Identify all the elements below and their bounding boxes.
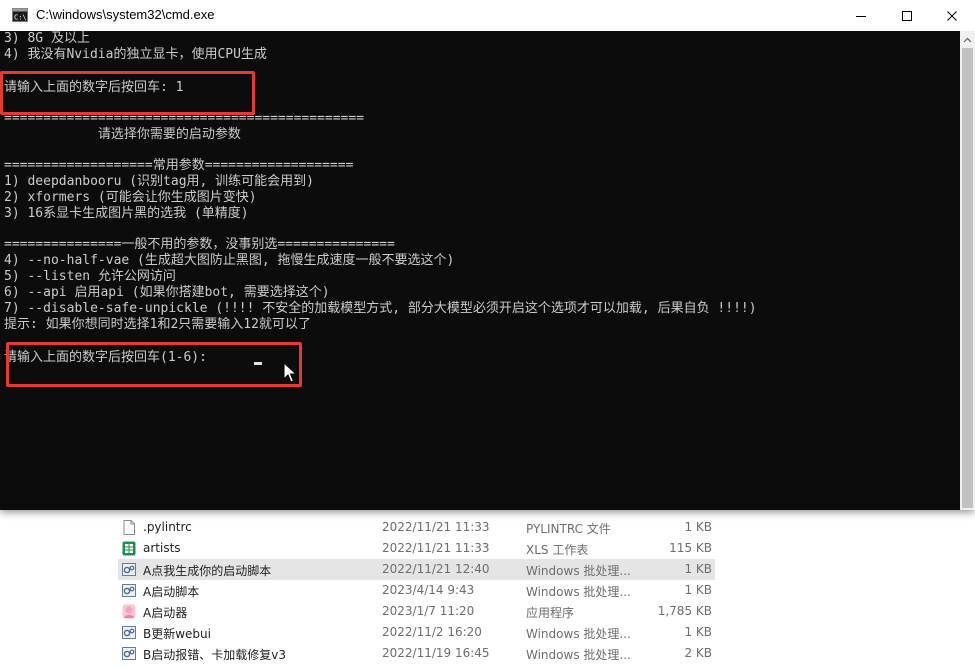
file-row[interactable]: B启动报错、卡加载修复v3 2022/11/19 16:45 Windows 批… [118, 643, 715, 664]
console-line: 3) 16系显卡生成图片黑的选我 (单精度) [4, 206, 249, 221]
cmd-icon: C:\ [12, 8, 28, 22]
console-line: 7) --disable-safe-unpickle (!!!! 不安全的加载模… [4, 301, 757, 316]
console-line: 提示: 如果你想同时选择1和2只需要输入12就可以了 [4, 317, 311, 332]
file-type: 应用程序 [526, 606, 575, 620]
file-row[interactable]: artists 2022/11/21 11:33 XLS 工作表 115 KB [118, 538, 715, 559]
console-line: ===============一般不用的参数，没事别选=============… [4, 237, 395, 252]
close-button[interactable] [929, 0, 975, 31]
file-date: 2022/11/2 16:20 [382, 625, 482, 639]
minimize-icon [856, 15, 866, 17]
file-name: A点我生成你的启动脚本 [143, 564, 272, 578]
batch-file-icon [122, 647, 136, 660]
highlight-box [0, 71, 255, 115]
console-line: 4) --no-half-vae (生成超大图防止黑图, 拖慢生成速度一般不要选… [4, 253, 455, 268]
highlight-box [6, 342, 302, 387]
svg-text:C:\: C:\ [14, 14, 27, 22]
file-size: 1,785 KB [657, 604, 712, 618]
console-line: 2) xformers (可能会让你生成图片变快) [4, 190, 257, 205]
maximize-button[interactable] [884, 0, 930, 31]
console-line: 4) 我没有Nvidia的独立显卡，使用CPU生成 [4, 47, 267, 62]
document-icon [123, 520, 135, 535]
file-type: Windows 批处理... [526, 627, 631, 641]
file-name: A启动器 [143, 606, 188, 620]
chevron-up-icon [963, 37, 972, 42]
file-row[interactable]: A启动器 2023/1/7 11:20 应用程序 1,785 KB [118, 601, 715, 622]
title-bar[interactable]: C:\ C:\windows\system32\cmd.exe [0, 0, 975, 32]
console-line: 6) --api 启用api (如果你搭建bot, 需要选择这个) [4, 285, 330, 300]
file-size: 1 KB [684, 625, 712, 639]
file-date: 2022/11/21 11:33 [382, 520, 490, 534]
file-date: 2022/11/21 12:40 [382, 562, 490, 576]
file-size: 1 KB [684, 562, 712, 576]
cmd-window[interactable]: C:\ C:\windows\system32\cmd.exe 3) 8G 及以… [0, 0, 975, 510]
file-name: B更新webui [143, 627, 211, 641]
file-date: 2023/4/14 9:43 [382, 583, 475, 597]
file-name: A启动脚本 [143, 585, 200, 599]
vertical-scrollbar[interactable] [960, 31, 975, 510]
spreadsheet-icon [122, 541, 136, 556]
file-size: 1 KB [684, 583, 712, 597]
console-line: ===================常用参数=================… [4, 158, 354, 173]
file-type: XLS 工作表 [526, 543, 589, 557]
file-date: 2023/1/7 11:20 [382, 604, 475, 618]
file-type: Windows 批处理... [526, 564, 631, 578]
scroll-thumb[interactable] [962, 48, 973, 508]
file-size: 115 KB [669, 541, 712, 555]
app-icon [122, 604, 136, 619]
file-row[interactable]: B更新webui 2022/11/2 16:20 Windows 批处理... … [118, 622, 715, 643]
file-name: B启动报错、卡加载修复v3 [143, 648, 286, 662]
file-size: 2 KB [684, 646, 712, 660]
console-line: 请选择你需要的启动参数 [4, 127, 241, 142]
file-name: .pylintrc [143, 520, 192, 534]
maximize-icon [902, 10, 912, 21]
scroll-up-button[interactable] [960, 31, 975, 48]
console-output[interactable]: 3) 8G 及以上 4) 我没有Nvidia的独立显卡，使用CPU生成 请输入上… [0, 31, 960, 510]
file-date: 2022/11/21 11:33 [382, 541, 490, 555]
console-line: 3) 8G 及以上 [4, 31, 90, 46]
mouse-pointer-icon [283, 362, 297, 383]
file-row[interactable]: .pylintrc 2022/11/21 11:33 PYLINTRC 文件 1… [118, 517, 715, 538]
file-size: 1 KB [684, 520, 712, 534]
window-title: C:\windows\system32\cmd.exe [36, 7, 215, 22]
file-type: Windows 批处理... [526, 585, 631, 599]
minimize-button[interactable] [838, 0, 884, 31]
batch-file-icon [122, 563, 136, 576]
batch-file-icon [122, 626, 136, 639]
file-name: artists [143, 541, 181, 555]
console-line: 1) deepdanbooru (识别tag用, 训练可能会用到) [4, 174, 315, 189]
batch-file-icon [122, 584, 136, 597]
console-line: 5) --listen 允许公网访问 [4, 269, 176, 284]
close-icon [947, 10, 957, 21]
file-row[interactable]: A启动脚本 2023/4/14 9:43 Windows 批处理... 1 KB [118, 580, 715, 601]
file-row[interactable]: A点我生成你的启动脚本 2022/11/21 12:40 Windows 批处理… [118, 559, 715, 580]
file-type: PYLINTRC 文件 [526, 522, 611, 536]
file-date: 2022/11/19 16:45 [382, 646, 490, 660]
file-type: Windows 批处理... [526, 648, 631, 662]
